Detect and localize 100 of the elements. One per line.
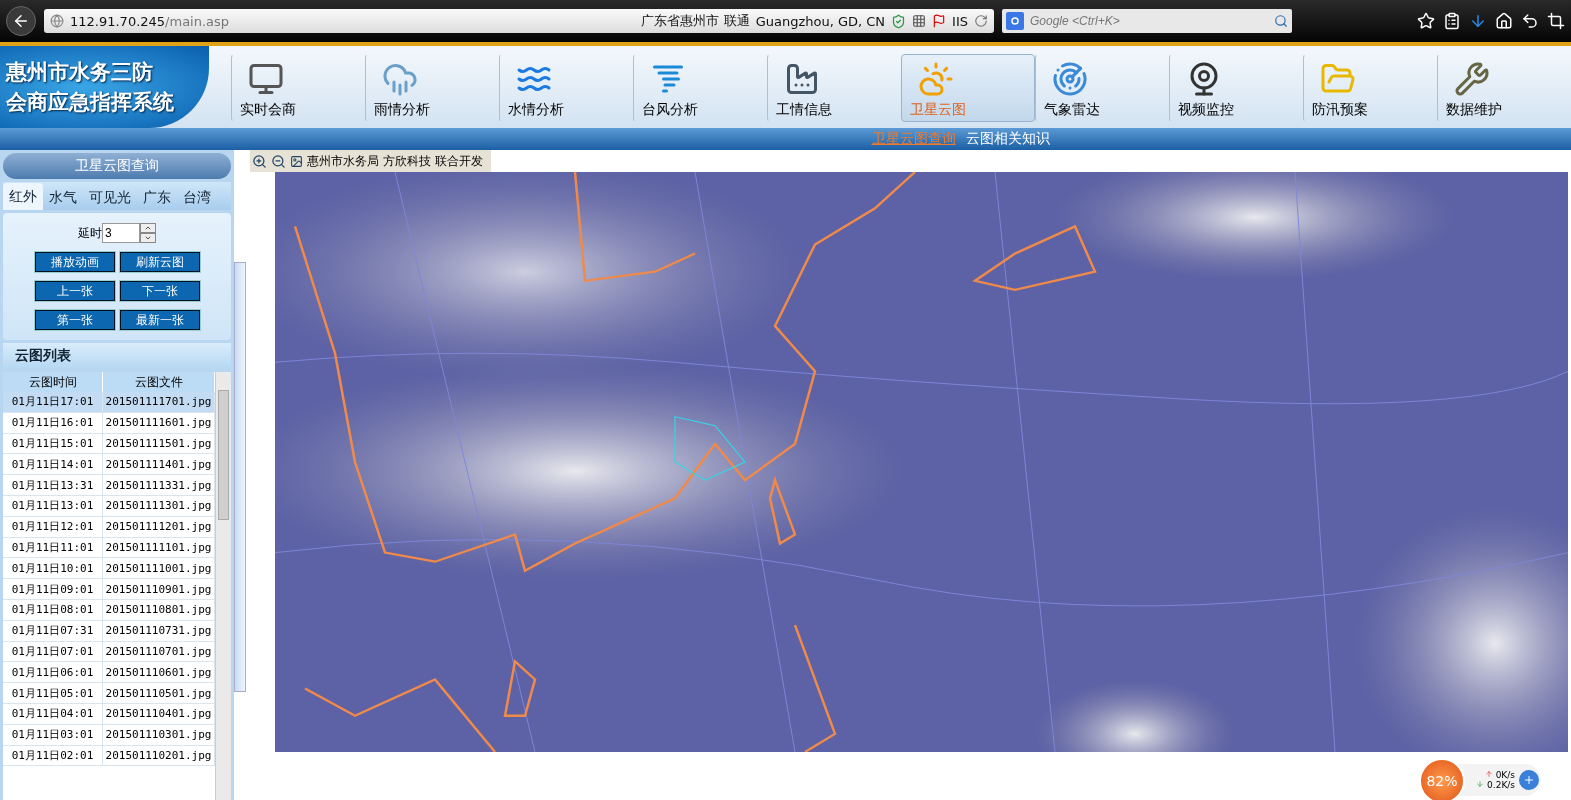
table-row[interactable]: 01月11日09:01 201501110901.jpg <box>3 579 215 600</box>
nav-item[interactable]: 台风分析 <box>633 54 767 122</box>
table-cell: 01月11日13:31 <box>3 475 103 495</box>
radar-dish-icon <box>1052 61 1088 97</box>
action-button[interactable]: 最新一张 <box>119 310 200 330</box>
table-row[interactable]: 01月11日13:01 201501111301.jpg <box>3 496 215 517</box>
tab[interactable]: 广东 <box>137 186 177 210</box>
table-row[interactable]: 01月11日07:31 201501110731.jpg <box>3 620 215 642</box>
table-row[interactable]: 01月11日06:01 201501110601.jpg <box>3 662 215 684</box>
table-row[interactable]: 01月11日07:01 201501110701.jpg <box>3 641 215 663</box>
table-row[interactable]: 01月11日10:01 201501111001.jpg <box>3 558 215 580</box>
nav-item[interactable]: 气象雷达 <box>1035 54 1169 122</box>
action-button[interactable]: 上一张 <box>34 281 115 301</box>
splitter-handle[interactable] <box>234 262 246 692</box>
table-row[interactable]: 01月11日04:01 201501110401.jpg <box>3 703 215 725</box>
action-button[interactable]: 刷新云图 <box>119 252 200 272</box>
zoom-in-icon[interactable] <box>252 153 267 169</box>
add-button[interactable] <box>1519 770 1539 790</box>
upload-rate: 0K/s <box>1484 770 1515 780</box>
table-cell: 01月11日11:01 <box>3 537 103 558</box>
address-bar[interactable]: 112.91.70.245/main.asp 广东省惠州市 联通 Guangzhou, GD, CN IIS <box>44 9 994 33</box>
percent-badge: 82% <box>1419 758 1465 800</box>
undo-icon[interactable] <box>1521 12 1539 30</box>
spin-down-button[interactable] <box>140 233 156 243</box>
table-cell: 01月11日07:31 <box>3 620 103 641</box>
table-cell: 01月11日08:01 <box>3 599 103 620</box>
action-button[interactable]: 第一张 <box>34 310 115 330</box>
table-cell: 01月11日05:01 <box>3 683 103 703</box>
nav-item[interactable]: 雨情分析 <box>365 54 499 122</box>
table-row[interactable]: 01月11日03:01 201501110301.jpg <box>3 724 215 746</box>
zoom-out-icon[interactable] <box>271 153 286 169</box>
plus-icon <box>1523 774 1535 786</box>
search-field[interactable]: Google <Ctrl+K> <box>1002 9 1292 33</box>
nav-item[interactable]: 防汛预案 <box>1303 54 1437 122</box>
shield-icon[interactable] <box>891 13 907 29</box>
download-icon[interactable] <box>1469 12 1487 30</box>
table-cell: 01月11日07:01 <box>3 641 103 662</box>
panel-title: 卫星云图查询 <box>3 153 231 179</box>
action-button[interactable]: 播放动画 <box>34 252 115 272</box>
table-row[interactable]: 01月11日14:01 201501111401.jpg <box>3 454 215 476</box>
tab[interactable]: 水气 <box>43 186 83 210</box>
sub-nav-link[interactable]: 云图相关知识 <box>965 130 1050 148</box>
table-cell: 01月11日12:01 <box>3 516 103 537</box>
reload-icon[interactable] <box>974 14 988 28</box>
credit-text: 惠州市水务局 方欣科技 联合开发 <box>307 152 483 170</box>
crop-icon[interactable] <box>1547 12 1565 30</box>
table-row[interactable]: 01月11日08:01 201501110801.jpg <box>3 599 215 621</box>
search-engine-icon[interactable] <box>1006 12 1024 30</box>
list-title: 云图列表 <box>3 343 231 369</box>
search-input[interactable]: Google <Ctrl+K> <box>1028 13 1270 29</box>
table-cell: 01月11日03:01 <box>3 724 103 745</box>
iis-label[interactable]: IIS <box>952 13 968 29</box>
tab[interactable]: 台湾 <box>177 186 217 210</box>
table-cell: 01月11日02:01 <box>3 745 103 766</box>
table-cell: 01月11日06:01 <box>3 662 103 683</box>
clipboard-icon[interactable] <box>1443 12 1461 30</box>
sun-cloud-icon <box>918 61 954 97</box>
home-icon[interactable] <box>1495 12 1513 30</box>
tab[interactable]: 可见光 <box>83 186 137 210</box>
nav-item[interactable]: 数据维护 <box>1437 54 1571 122</box>
down-arrow-icon <box>1476 780 1485 788</box>
table-row[interactable]: 01月11日12:01 201501111201.jpg <box>3 516 215 538</box>
search-icon[interactable] <box>1274 14 1288 28</box>
delay-input[interactable]: 3 <box>102 223 140 243</box>
table-row[interactable]: 01月11日17:01 201501111701.jpg <box>3 392 215 413</box>
image-icon[interactable] <box>290 154 303 168</box>
table-cell: 01月11日04:01 <box>3 703 103 724</box>
monitor-icon <box>248 61 284 97</box>
table-cell: 01月11日15:01 <box>3 433 103 454</box>
scrollbar[interactable] <box>215 372 231 800</box>
nav-item[interactable]: 水情分析 <box>499 54 633 122</box>
table-cell: 01月11日14:01 <box>3 454 103 475</box>
logo-title: 会商应急指挥系统 <box>6 89 175 116</box>
tab[interactable]: 红外 <box>3 183 43 210</box>
spin-up-button[interactable] <box>140 223 156 233</box>
wrench-icon <box>1454 61 1490 97</box>
table-cell: 01月11日13:01 <box>3 496 103 516</box>
table-cell: 01月11日17:01 <box>3 392 103 412</box>
table-row[interactable]: 01月11日16:01 201501111601.jpg <box>3 412 215 434</box>
delay-label: 延时 <box>78 224 102 242</box>
location-text: 广东省惠州市 联通 <box>641 12 750 30</box>
geo-text: Guangzhou, GD, CN <box>755 13 886 29</box>
table-cell: 01月11日09:01 <box>3 579 103 599</box>
table-cell: 01月11日16:01 <box>3 412 103 433</box>
table-row[interactable]: 01月11日02:01 201501110201.jpg <box>3 745 215 767</box>
factory-icon <box>784 61 820 97</box>
table-cell: 01月11日10:01 <box>3 558 103 579</box>
nav-item[interactable]: 视频监控 <box>1169 54 1303 122</box>
table-row[interactable]: 01月11日11:01 201501111101.jpg <box>3 537 215 559</box>
table-row[interactable]: 01月11日15:01 201501111501.jpg <box>3 433 215 455</box>
back-button[interactable] <box>6 6 36 36</box>
star-icon[interactable] <box>1417 12 1435 30</box>
flag-icon[interactable] <box>932 14 947 28</box>
table-row[interactable]: 01月11日13:31 201501111331.jpg <box>3 475 215 496</box>
table-row[interactable]: 01月11日05:01 201501110501.jpg <box>3 683 215 704</box>
nav-item[interactable]: 实时会商 <box>231 54 365 122</box>
action-button[interactable]: 下一张 <box>119 281 200 301</box>
logo-title: 惠州市水务三防 <box>6 59 154 86</box>
up-arrow-icon <box>1484 770 1493 778</box>
rain-cloud-icon <box>382 61 418 97</box>
